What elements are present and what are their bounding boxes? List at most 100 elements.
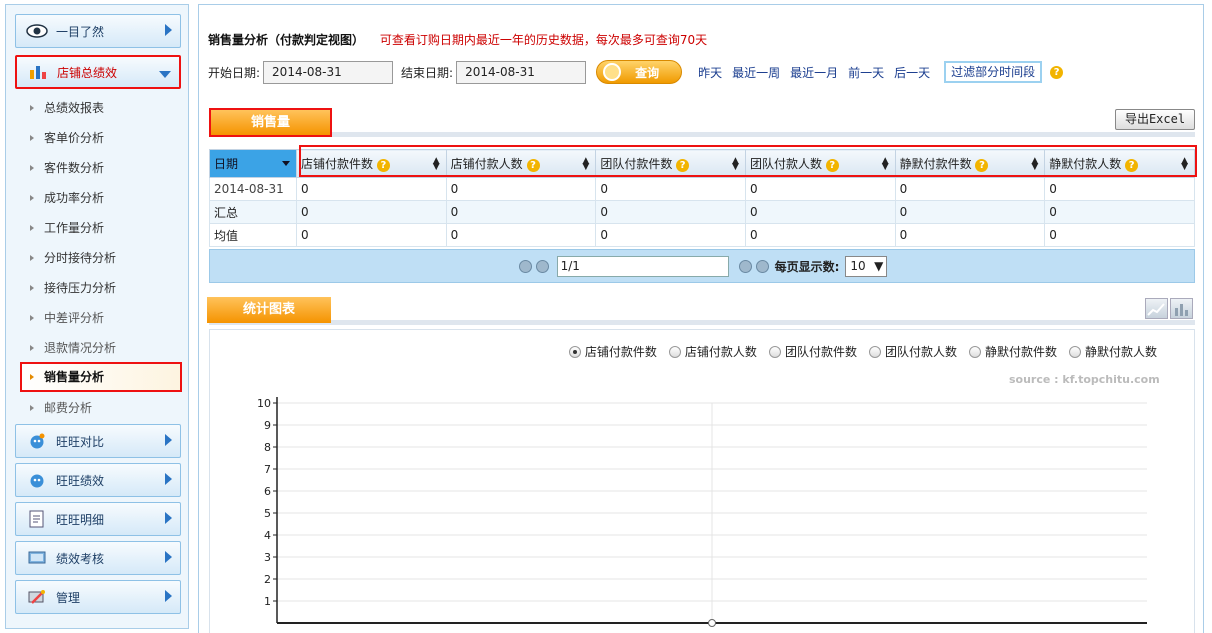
eye-icon <box>26 22 48 40</box>
sort-icon[interactable]: ▲ ▼ <box>1031 157 1038 172</box>
link-last-month[interactable]: 最近一月 <box>790 64 838 81</box>
legend-item[interactable]: 团队付款人数 <box>868 343 957 360</box>
sidebar-item-postage[interactable]: 邮费分析 <box>26 395 178 421</box>
page-title: 销售量分析（付款判定视图） <box>208 33 365 47</box>
chevron-right-icon <box>165 24 172 36</box>
legend-item[interactable]: 店铺付款件数 <box>568 343 657 360</box>
legend-label: 店铺付款件数 <box>584 345 657 359</box>
end-date-input[interactable]: 2014-08-31 <box>456 60 587 84</box>
pagination-bar: 1/1 每页显示数: 10 ▼ <box>209 249 1195 283</box>
query-label: 查询 <box>635 65 660 80</box>
wangwang-detail-button[interactable]: 旺旺明细 <box>15 502 181 536</box>
help-icon[interactable]: ? <box>1050 65 1064 79</box>
help-icon[interactable]: ? <box>1125 159 1139 172</box>
column-header-team-buyers[interactable]: 团队付款人数 ? ▲ ▼ <box>744 149 896 178</box>
help-icon[interactable]: ? <box>526 159 540 172</box>
link-next-day[interactable]: 后一天 <box>894 64 930 81</box>
wangwang-performance-label: 旺旺绩效 <box>56 473 105 488</box>
sort-icon[interactable]: ▲ ▼ <box>732 157 739 172</box>
page-header: 销售量分析（付款判定视图） 可查看订购日期内最近一年的历史数据，每次最多可查询7… <box>208 31 707 48</box>
column-header-silent-buyers[interactable]: 静默付款人数 ? ▲ ▼ <box>1044 149 1195 178</box>
table-row: 均值 0 0 0 0 0 0 <box>209 223 1195 247</box>
last-page-icon[interactable] <box>755 259 769 273</box>
column-header-label: 店铺付款件数 <box>301 157 374 171</box>
legend-label: 店铺付款人数 <box>684 345 757 359</box>
help-icon[interactable]: ? <box>376 159 390 172</box>
manage-button[interactable]: 管理 <box>15 580 181 614</box>
table-cell: 0 <box>744 223 896 247</box>
tab-statistics-chart[interactable]: 统计图表 <box>207 297 331 323</box>
y-tick-label: 1 <box>264 595 271 608</box>
table-cell: 0 <box>595 200 746 224</box>
table-cell: 0 <box>296 177 447 201</box>
sidebar-item-item-count[interactable]: 客件数分析 <box>26 155 178 181</box>
line-chart-icon[interactable] <box>1145 298 1168 319</box>
legend-item[interactable]: 团队付款件数 <box>768 343 857 360</box>
sort-icon[interactable]: ▲ ▼ <box>433 157 440 172</box>
sort-icon[interactable]: ▲ ▼ <box>582 157 589 172</box>
tools-icon <box>26 588 48 606</box>
prev-page-icon[interactable] <box>535 259 549 273</box>
table-cell: 0 <box>595 177 746 201</box>
overview-button[interactable]: 一目了然 <box>15 14 181 48</box>
column-header-team-items[interactable]: 团队付款件数 ? ▲ ▼ <box>595 149 746 178</box>
section-divider <box>209 132 1195 137</box>
export-excel-button[interactable]: 导出Excel <box>1115 109 1195 130</box>
sort-icon[interactable]: ▲ ▼ <box>882 157 889 172</box>
wangwang-performance-button[interactable]: 旺旺绩效 <box>15 463 181 497</box>
table-cell: 0 <box>894 177 1046 201</box>
filter-time-button[interactable]: 过滤部分时间段 <box>944 61 1043 83</box>
per-page-select[interactable]: 10 ▼ <box>845 255 888 277</box>
page-number-input[interactable]: 1/1 <box>556 255 729 277</box>
performance-review-label: 绩效考核 <box>56 551 105 566</box>
sidebar-item-unit-price[interactable]: 客单价分析 <box>26 125 178 151</box>
column-header-label: 团队付款人数 <box>749 157 822 171</box>
legend-item[interactable]: 静默付款件数 <box>968 343 1057 360</box>
help-icon[interactable]: ? <box>825 159 839 172</box>
sidebar-item-workload[interactable]: 工作量分析 <box>26 215 178 241</box>
column-header-store-items[interactable]: 店铺付款件数 ? ▲ ▼ <box>296 149 447 178</box>
first-page-icon[interactable] <box>518 259 532 273</box>
sidebar-item-bad-review[interactable]: 中差评分析 <box>26 305 178 331</box>
wangwang-compare-button[interactable]: 旺旺对比 <box>15 424 181 458</box>
legend-item[interactable]: 静默付款人数 <box>1068 343 1157 360</box>
column-header-date[interactable]: 日期 <box>209 149 297 178</box>
link-prev-day[interactable]: 前一天 <box>848 64 884 81</box>
help-icon[interactable]: ? <box>975 159 989 172</box>
store-performance-label: 店铺总绩效 <box>57 65 118 80</box>
table-cell: 0 <box>894 223 1046 247</box>
legend-label: 团队付款人数 <box>884 345 957 359</box>
start-date-input[interactable]: 2014-08-31 <box>263 60 394 84</box>
sidebar-item-refund[interactable]: 退款情况分析 <box>26 335 178 361</box>
table-row: 汇总 0 0 0 0 0 0 <box>209 200 1195 224</box>
legend-label: 静默付款人数 <box>1084 345 1157 359</box>
chart-legend: 店铺付款件数 店铺付款人数 团队付款件数 团队付款人数 静默付款件数 静默付款人… <box>557 343 1157 360</box>
chevron-right-icon <box>165 551 172 563</box>
next-page-icon[interactable] <box>738 259 752 273</box>
help-icon[interactable]: ? <box>676 159 690 172</box>
radio-icon <box>568 345 581 358</box>
column-header-store-buyers[interactable]: 店铺付款人数 ? ▲ ▼ <box>445 149 597 178</box>
sidebar-item-success-rate[interactable]: 成功率分析 <box>26 185 178 211</box>
sort-icon[interactable]: ▲ ▼ <box>1181 157 1188 172</box>
column-header-silent-items[interactable]: 静默付款件数 ? ▲ ▼ <box>894 149 1046 178</box>
store-performance-button[interactable]: 店铺总绩效 <box>15 55 181 89</box>
sidebar-item-total-report[interactable]: 总绩效报表 <box>26 95 178 121</box>
sidebar: 一目了然 店铺总绩效 总绩效报表 客单价分析 客件数分析 成功率分析 工作量分析… <box>5 4 189 629</box>
tab-sales-volume[interactable]: 销售量 <box>209 108 332 137</box>
table-cell: 0 <box>1044 200 1195 224</box>
data-point <box>708 619 716 627</box>
performance-review-button[interactable]: 绩效考核 <box>15 541 181 575</box>
sidebar-item-reception-pressure[interactable]: 接待压力分析 <box>26 275 178 301</box>
bar-chart-icon[interactable] <box>1170 298 1193 319</box>
query-button[interactable]: 查询 <box>596 60 683 84</box>
chevron-right-icon <box>165 590 172 602</box>
sidebar-item-sales-volume[interactable]: 销售量分析 <box>20 362 182 392</box>
link-last-week[interactable]: 最近一周 <box>732 64 780 81</box>
link-yesterday[interactable]: 昨天 <box>698 64 722 81</box>
table-cell: 0 <box>1044 177 1195 201</box>
legend-item[interactable]: 店铺付款人数 <box>668 343 757 360</box>
wangwang-detail-label: 旺旺明细 <box>56 512 105 527</box>
sidebar-item-hourly-reception[interactable]: 分时接待分析 <box>26 245 178 271</box>
table-cell: 0 <box>1044 223 1195 247</box>
